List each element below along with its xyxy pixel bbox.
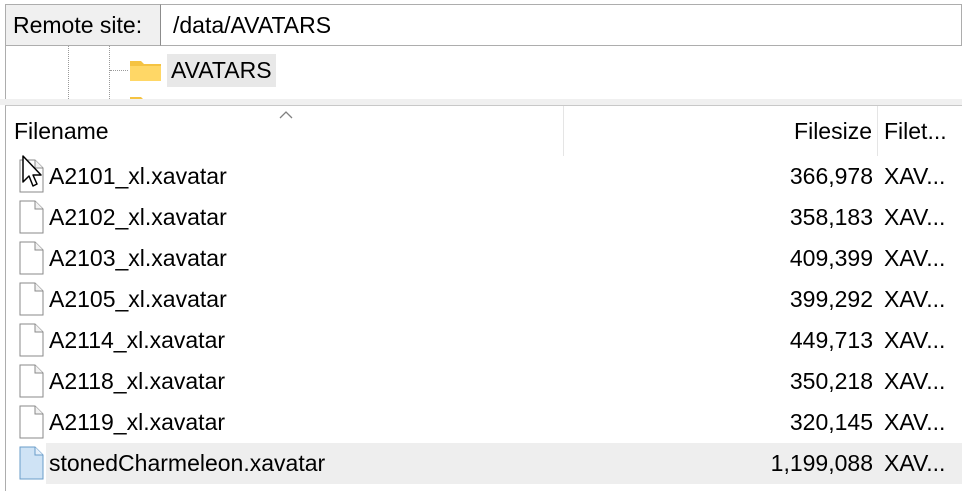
tree-item-avatars[interactable]: AVATARS <box>167 54 276 87</box>
file-row-selected[interactable]: stonedCharmeleon.xavatar 1,199,088 XAV..… <box>6 443 962 484</box>
file-row[interactable]: A2101_xl.xavatar 366,978 XAV... <box>6 156 962 197</box>
file-icon <box>19 323 44 357</box>
column-header-filesize-label: Filesize <box>794 117 872 144</box>
column-header-filename-label: Filename <box>14 117 109 144</box>
file-icon <box>19 405 44 439</box>
filezilla-remote-pane: Remote site: /data/AVATARS AVATARS Filen… <box>0 0 962 491</box>
remote-site-bar: Remote site: /data/AVATARS <box>5 4 962 46</box>
file-row[interactable]: A2119_xl.xavatar 320,145 XAV... <box>6 402 962 443</box>
file-name: A2114_xl.xavatar <box>49 327 226 353</box>
file-name: stonedCharmeleon.xavatar <box>49 450 326 476</box>
file-name: A2118_xl.xavatar <box>49 368 226 394</box>
file-size: 320,145 <box>789 409 873 435</box>
sort-ascending-icon <box>279 111 293 119</box>
file-size: 350,218 <box>789 368 873 394</box>
file-row[interactable]: A2103_xl.xavatar 409,399 XAV... <box>6 238 962 279</box>
file-icon <box>19 241 44 275</box>
file-type: XAV... <box>884 163 946 189</box>
file-icon <box>19 446 44 480</box>
file-type: XAV... <box>884 409 946 435</box>
file-size: 449,713 <box>789 327 873 353</box>
file-row[interactable]: A2102_xl.xavatar 358,183 XAV... <box>6 197 962 238</box>
file-size: 358,183 <box>789 204 873 230</box>
file-name: A2101_xl.xavatar <box>49 163 227 189</box>
file-name: A2102_xl.xavatar <box>49 204 227 230</box>
column-header-filesize[interactable]: Filesize <box>564 106 878 156</box>
file-type: XAV... <box>884 450 946 476</box>
file-size: 1,199,088 <box>770 450 873 476</box>
remote-site-label: Remote site: <box>5 4 161 46</box>
file-row[interactable]: A2114_xl.xavatar 449,713 XAV... <box>6 320 962 361</box>
file-type: XAV... <box>884 286 946 312</box>
remote-file-list: Filename Filesize Filet... A2101_xl.xava… <box>5 105 962 491</box>
file-row[interactable]: A2105_xl.xavatar 399,292 XAV... <box>6 279 962 320</box>
file-type: XAV... <box>884 245 946 271</box>
file-icon <box>19 200 44 234</box>
folder-icon <box>130 61 161 81</box>
remote-directory-tree[interactable]: AVATARS <box>5 46 962 99</box>
file-icon <box>19 364 44 398</box>
file-size: 399,292 <box>789 286 873 312</box>
file-name: A2119_xl.xavatar <box>49 409 226 435</box>
file-type: XAV... <box>884 204 946 230</box>
file-icon <box>19 282 44 316</box>
file-type: XAV... <box>884 327 946 353</box>
file-icon <box>19 159 44 193</box>
file-size: 409,399 <box>789 245 873 271</box>
tree-guide-line <box>110 70 128 71</box>
file-name: A2103_xl.xavatar <box>49 245 227 271</box>
file-row[interactable]: A2118_xl.xavatar 350,218 XAV... <box>6 361 962 402</box>
remote-site-path-input[interactable]: /data/AVATARS <box>161 4 962 46</box>
file-name: A2105_xl.xavatar <box>49 286 227 312</box>
column-header-filetype-label: Filet... <box>884 117 947 144</box>
file-size: 366,978 <box>789 163 873 189</box>
file-type: XAV... <box>884 368 946 394</box>
tree-guide-line <box>109 46 110 99</box>
tree-guide-line <box>68 46 69 99</box>
file-rows: A2101_xl.xavatar 366,978 XAV... A2102_xl… <box>6 156 962 484</box>
column-header-filetype[interactable]: Filet... <box>878 106 962 156</box>
file-list-header: Filename Filesize Filet... <box>6 106 962 156</box>
